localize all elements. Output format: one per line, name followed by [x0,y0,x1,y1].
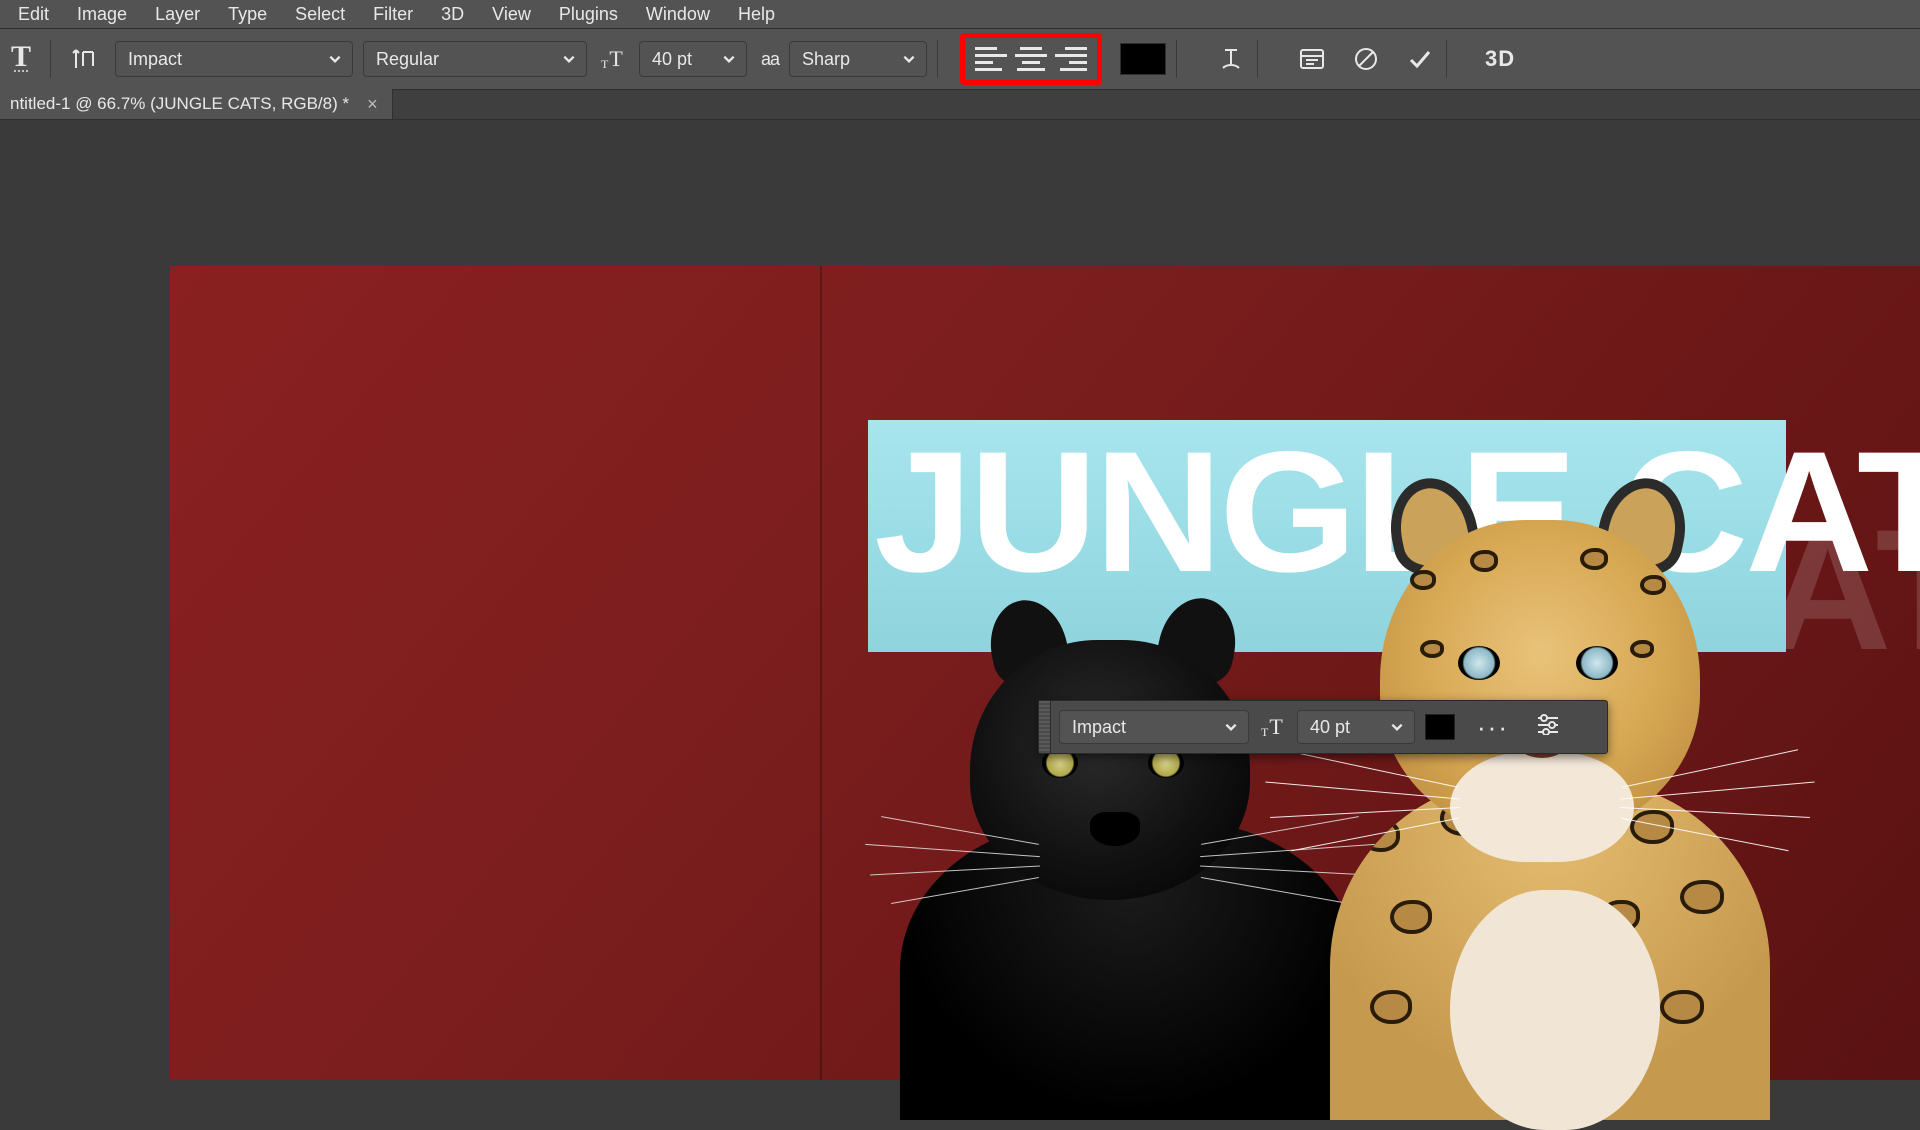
menu-filter[interactable]: Filter [359,2,427,27]
align-center-button[interactable] [1015,44,1047,74]
ctx-text-color-swatch[interactable] [1425,714,1455,740]
workspace: JUNGLE CATS JUNGLE CATS [0,120,1920,1080]
menu-select[interactable]: Select [281,2,359,27]
font-style-dropdown[interactable]: Regular [363,41,587,77]
menu-layer[interactable]: Layer [141,2,214,27]
menu-plugins[interactable]: Plugins [545,2,632,27]
separator [937,40,938,78]
ctx-font-size-dropdown[interactable]: 40 pt [1297,710,1415,744]
3d-button[interactable]: 3D [1485,46,1515,72]
chevron-down-icon [1390,720,1404,734]
separator [1257,40,1258,78]
type-options-bar: T Impact Regular TT 40 pt aa Sharp [0,28,1920,90]
chevron-down-icon [902,52,916,66]
more-options-icon[interactable]: ··· [1477,712,1509,743]
menu-window[interactable]: Window [632,2,724,27]
font-size-icon: TT [601,46,631,72]
anti-alias-dropdown[interactable]: Sharp [789,41,927,77]
document-tab-bar: ntitled-1 @ 66.7% (JUNGLE CATS, RGB/8) *… [0,90,1920,120]
cancel-edits-button[interactable] [1350,43,1382,75]
contextual-type-bar[interactable]: Impact TT 40 pt ··· [1038,700,1608,754]
commit-edits-button[interactable] [1404,43,1436,75]
font-size-value: 40 pt [652,49,692,70]
canvas-guide [820,266,822,1080]
font-style-value: Regular [376,49,439,70]
separator [1446,40,1447,78]
document-tab[interactable]: ntitled-1 @ 66.7% (JUNGLE CATS, RGB/8) *… [0,89,393,119]
font-size-icon: TT [1261,714,1291,740]
menu-bar: Edit Image Layer Type Select Filter 3D V… [0,0,1920,28]
canvas-image-leopard [1300,460,1820,1080]
type-tool-icon[interactable]: T [0,42,40,76]
align-left-button[interactable] [975,44,1007,74]
font-family-value: Impact [128,49,182,70]
menu-image[interactable]: Image [63,2,141,27]
menu-3d[interactable]: 3D [427,2,478,27]
text-color-swatch[interactable] [1120,43,1166,75]
separator [1176,40,1177,78]
menu-help[interactable]: Help [724,2,789,27]
chevron-down-icon [328,52,342,66]
character-panel-button[interactable] [1296,43,1328,75]
properties-panel-icon[interactable] [1535,713,1561,741]
chevron-down-icon [562,52,576,66]
menu-edit[interactable]: Edit [4,2,63,27]
align-right-button[interactable] [1055,44,1087,74]
ctx-font-family-value: Impact [1072,717,1126,738]
text-orientation-toggle[interactable] [67,42,101,76]
drag-grip-icon[interactable] [1039,701,1051,753]
ctx-font-family-dropdown[interactable]: Impact [1059,710,1249,744]
font-size-dropdown[interactable]: 40 pt [639,41,747,77]
anti-alias-value: Sharp [802,49,850,70]
document-tab-title: ntitled-1 @ 66.7% (JUNGLE CATS, RGB/8) * [10,94,349,114]
font-family-dropdown[interactable]: Impact [115,41,353,77]
chevron-down-icon [722,52,736,66]
chevron-down-icon [1224,720,1238,734]
separator [50,40,51,78]
menu-view[interactable]: View [478,2,545,27]
menu-type[interactable]: Type [214,2,281,27]
ctx-font-size-value: 40 pt [1310,717,1350,738]
close-tab-icon[interactable]: × [367,94,378,115]
anti-alias-icon: aa [761,49,779,70]
text-align-group [960,33,1102,85]
warp-text-button[interactable] [1215,43,1247,75]
